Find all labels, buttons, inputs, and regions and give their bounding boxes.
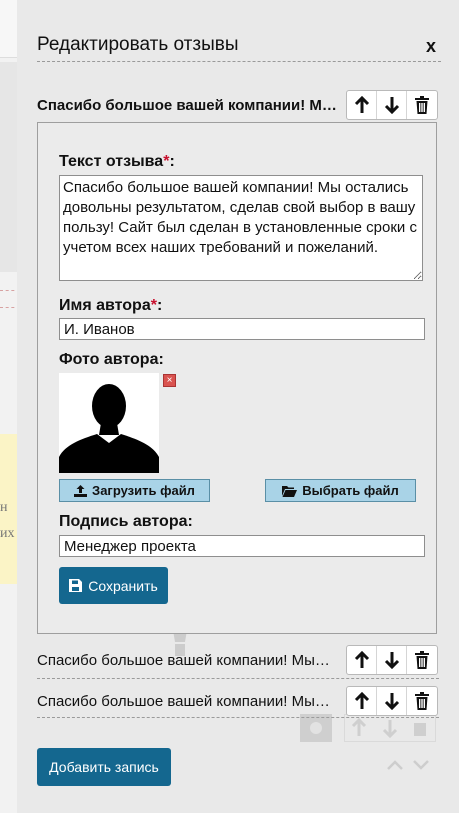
- upload-icon: [74, 484, 88, 497]
- move-down-button[interactable]: [377, 687, 407, 715]
- folder-open-icon: [282, 485, 298, 497]
- author-photo: [59, 373, 159, 473]
- review-item-label[interactable]: Спасибо большое вашей компании! М…: [37, 97, 337, 114]
- author-name-label-text: Имя автора: [59, 297, 151, 314]
- trash-icon: [415, 96, 429, 114]
- author-photo-label: Фото автора:: [59, 351, 164, 368]
- arrow-down-icon: [384, 97, 399, 114]
- move-up-button[interactable]: [347, 687, 377, 715]
- review-item[interactable]: Спасибо большое вашей компании! Мы…: [37, 645, 439, 675]
- review-item[interactable]: Спасибо большое вашей компании! Мы…: [37, 686, 439, 716]
- delete-button[interactable]: [407, 646, 437, 674]
- trash-icon: [415, 651, 429, 669]
- choose-file-label: Выбрать файл: [302, 483, 399, 498]
- choose-file-button[interactable]: Выбрать файл: [265, 479, 416, 502]
- upload-file-button[interactable]: Загрузить файл: [59, 479, 210, 502]
- arrow-down-icon: [384, 652, 399, 669]
- panel-header: Редактировать отзывы: [37, 34, 441, 62]
- move-down-button[interactable]: [377, 646, 407, 674]
- delete-photo-button[interactable]: ×: [163, 374, 176, 387]
- save-label: Сохранить: [88, 577, 158, 594]
- author-signature-input[interactable]: [59, 535, 425, 557]
- label-colon: :: [156, 297, 163, 314]
- move-down-button[interactable]: [377, 91, 407, 119]
- panel-title: Редактировать отзывы: [37, 34, 239, 55]
- arrow-up-icon: [354, 692, 369, 709]
- delete-button[interactable]: [407, 91, 437, 119]
- review-item-label[interactable]: Спасибо большое вашей компании! Мы…: [37, 652, 337, 669]
- row-divider: [37, 678, 439, 679]
- save-button[interactable]: Сохранить: [59, 567, 168, 604]
- settings-icon: [300, 714, 332, 742]
- add-record-button[interactable]: Добавить запись: [37, 748, 171, 786]
- upload-file-label: Загрузить файл: [92, 483, 195, 498]
- review-editor: Текст отзыва*: Спасибо большое вашей ком…: [37, 122, 437, 634]
- background-note-text: н: [0, 500, 8, 515]
- ghost-controls: [344, 714, 436, 742]
- floppy-disk-icon: [69, 579, 83, 592]
- background-note-text: их: [0, 526, 15, 541]
- avatar-silhouette-icon: [59, 384, 159, 473]
- trash-icon: [415, 692, 429, 710]
- chevron-up-icon: [387, 760, 403, 770]
- review-item-controls: [346, 90, 438, 120]
- author-signature-label: Подпись автора:: [59, 513, 193, 530]
- arrow-down-icon: [384, 693, 399, 710]
- author-name-input[interactable]: [59, 318, 425, 340]
- review-text-label: Текст отзыва*:: [59, 153, 175, 171]
- add-record-label: Добавить запись: [49, 759, 159, 775]
- label-colon: :: [169, 153, 175, 170]
- review-text-label-text: Текст отзыва: [59, 153, 164, 170]
- review-item-label[interactable]: Спасибо большое вашей компании! Мы…: [37, 693, 337, 710]
- row-divider: [37, 717, 439, 718]
- author-name-label: Имя автора*:: [59, 297, 162, 315]
- close-button[interactable]: x: [426, 36, 436, 57]
- review-item-controls: [346, 645, 438, 675]
- move-up-button[interactable]: [347, 646, 377, 674]
- arrow-up-icon: [354, 651, 369, 668]
- arrow-up-icon: [354, 96, 369, 113]
- delete-button[interactable]: [407, 687, 437, 715]
- review-item[interactable]: Спасибо большое вашей компании! М…: [37, 90, 439, 120]
- move-up-button[interactable]: [347, 91, 377, 119]
- review-text-field[interactable]: Спасибо большое вашей компании! Мы остал…: [59, 175, 423, 281]
- review-item-controls: [346, 686, 438, 716]
- chevron-down-icon: [413, 760, 429, 770]
